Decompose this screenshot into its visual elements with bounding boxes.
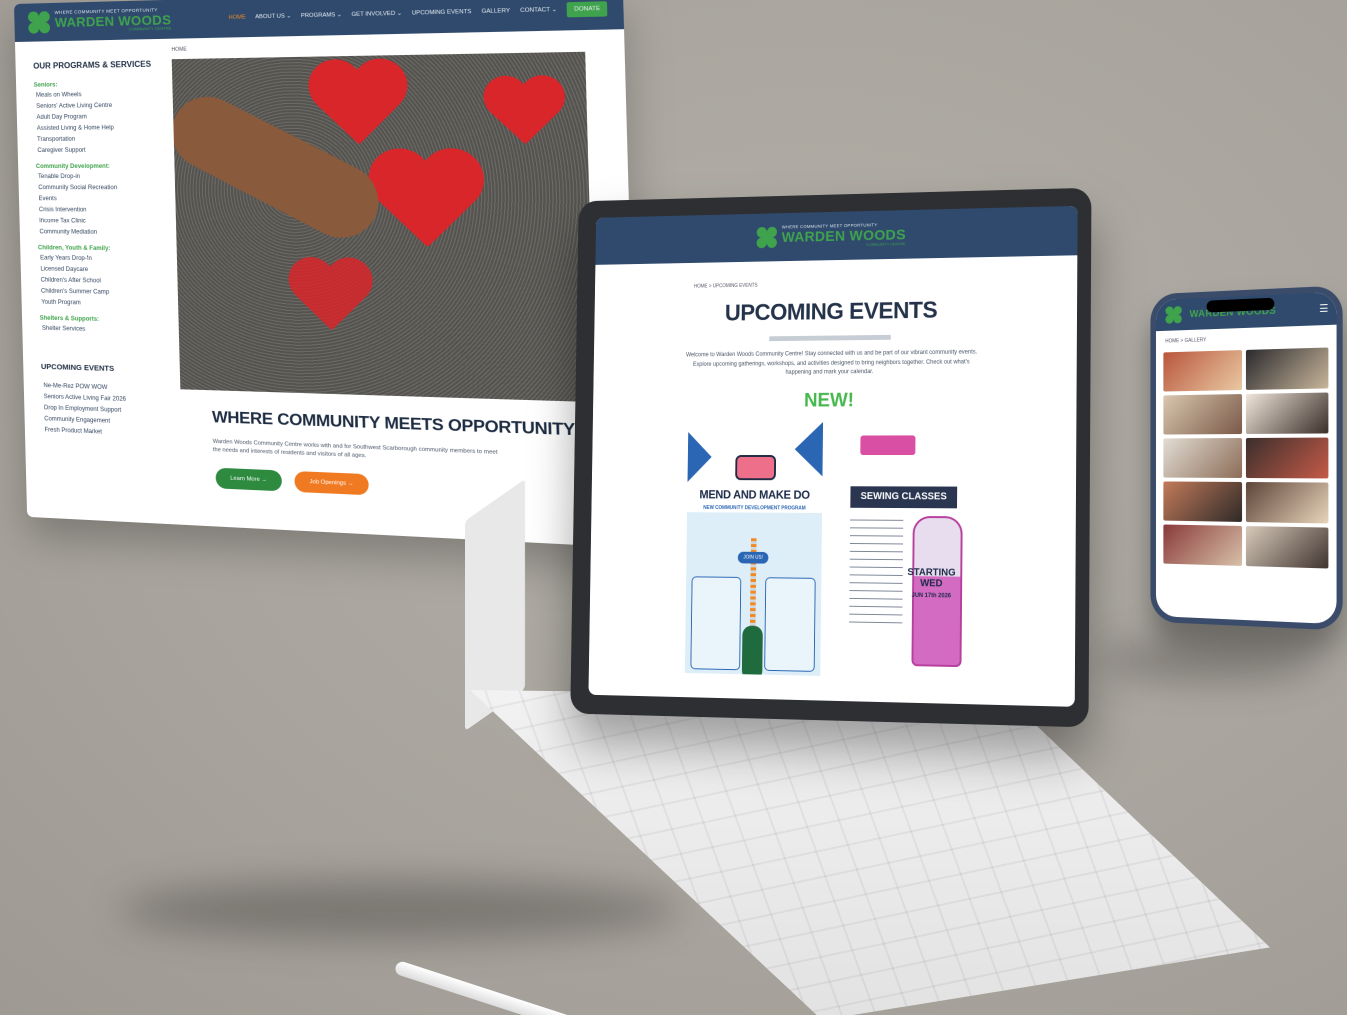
sidebar-link[interactable]: Crisis Intervention (39, 207, 166, 214)
nav-gallery[interactable]: GALLERY (481, 8, 510, 15)
sidebar-link[interactable]: Transportation (37, 136, 164, 143)
intro-text: Welcome to Warden Woods Community Centre… (682, 348, 982, 379)
sidebar-link[interactable]: Assisted Living & Home Help (37, 125, 164, 132)
clover-logo-icon (1165, 306, 1181, 324)
event-posters: MEND AND MAKE DO NEW COMMUNITY DEVELOPME… (589, 421, 1077, 682)
event-link[interactable]: Community Engagement (44, 416, 171, 427)
programs-sidebar: OUR PROGRAMS & SERVICES Seniors: Meals o… (33, 47, 173, 486)
gallery-photo[interactable] (1163, 394, 1242, 435)
gallery-photo[interactable] (1163, 350, 1242, 391)
starting-date: STARTING WED JUN 17th 2026 (901, 567, 963, 600)
heart-painting (363, 151, 490, 261)
gallery-photo[interactable] (1246, 438, 1328, 479)
poster-title: MEND AND MAKE DO (687, 487, 822, 501)
logo-subtitle: COMMUNITY CENTRE (128, 26, 171, 31)
sidebar-link[interactable]: Adult Day Program (36, 114, 163, 121)
breadcrumb[interactable]: HOME > UPCOMING EVENTS (694, 277, 1077, 290)
gallery-grid (1156, 347, 1337, 569)
sidebar-link[interactable]: Income Tax Clinic (39, 218, 166, 225)
event-link[interactable]: Drop In Employment Support (44, 405, 171, 415)
heart-painting (479, 77, 568, 154)
event-link[interactable]: Fresh Product Market (45, 427, 172, 438)
heart-painting (304, 60, 413, 155)
event-link[interactable]: Ne-Me-Rez POW WOW (43, 383, 170, 393)
gallery-photo[interactable] (1246, 393, 1328, 434)
sidebar-link[interactable]: Seniors' Active Living Centre (36, 103, 163, 110)
sidebar-link[interactable]: Shelter Services (42, 326, 169, 335)
gallery-photo[interactable] (1246, 482, 1328, 523)
sidebar-link[interactable]: Children's Summer Camp (41, 289, 168, 297)
heart-painting (284, 259, 376, 341)
nav-get-involved[interactable]: GET INVOLVED ⌄ (351, 11, 402, 19)
gallery-photo[interactable] (1163, 524, 1242, 565)
gallery-photo[interactable] (1246, 347, 1328, 389)
sewing-classes-poster[interactable]: SEWING CLASSES STARTING WED JUN 17th 202… (832, 421, 974, 679)
main-menu: HOME ABOUT US ⌄ PROGRAMS ⌄ GET INVOLVED … (228, 1, 607, 25)
poster-logo (860, 435, 915, 455)
breadcrumb[interactable]: HOME (171, 38, 612, 53)
drop-shadow (1100, 640, 1320, 680)
hero-heading: WHERE COMMUNITY MEETS OPPORTUNITY (212, 409, 624, 443)
hero-text: Warden Woods Community Centre works with… (213, 438, 506, 467)
clover-logo-icon (757, 227, 778, 249)
sidebar-link[interactable]: Events (39, 196, 166, 202)
mockup-scene: WHERE COMMUNITY MEET OPPORTUNITY WARDEN … (0, 0, 1347, 1015)
page-title: UPCOMING EVENTS (594, 295, 1077, 329)
phone-device: WARDEN WOODS ☰ HOME > GALLERY (1150, 285, 1342, 630)
sidebar-link[interactable]: Community Mediation (39, 229, 166, 236)
category-seniors[interactable]: Seniors: (34, 81, 163, 89)
sidebar-link[interactable]: Children's After School (41, 278, 168, 286)
category-children-youth-family[interactable]: Children, Youth & Family: (38, 246, 167, 253)
donate-button[interactable]: DONATE (567, 1, 607, 17)
event-link[interactable]: Seniors Active Living Fair 2026 (44, 394, 171, 404)
sidebar-link[interactable]: Youth Program (41, 300, 168, 308)
poster-title: SEWING CLASSES (850, 486, 957, 508)
logo-subtitle: COMMUNITY CENTRE (866, 242, 906, 247)
sidebar-link[interactable]: Caregiver Support (37, 148, 164, 155)
gallery-photo[interactable] (1246, 526, 1328, 568)
category-community-development[interactable]: Community Development: (36, 164, 165, 170)
keyboard (470, 690, 1270, 1015)
drop-shadow (120, 880, 680, 940)
join-us-button: JOIN US! (738, 551, 769, 563)
info-box (764, 577, 816, 672)
sidebar-link[interactable]: Early Years Drop-In (40, 256, 167, 264)
nav-programs[interactable]: PROGRAMS ⌄ (301, 12, 342, 19)
category-shelters[interactable]: Shelters & Supports: (40, 316, 169, 325)
gallery-photo[interactable] (1163, 438, 1242, 478)
gallery-photo[interactable] (1163, 481, 1242, 522)
tablet-device: WHERE COMMUNITY MEET OPPORTUNITY WARDEN … (570, 188, 1091, 728)
stylus-pencil (394, 960, 617, 1015)
nav-about[interactable]: ABOUT US ⌄ (255, 13, 291, 20)
nav-upcoming-events[interactable]: UPCOMING EVENTS (412, 9, 472, 17)
clover-logo-icon (28, 11, 50, 34)
info-box (690, 576, 741, 670)
poster-subtitle: NEW COMMUNITY DEVELOPMENT PROGRAM (687, 505, 822, 512)
site-logo[interactable]: WHERE COMMUNITY MEET OPPORTUNITY WARDEN … (757, 223, 906, 249)
sidebar-link[interactable]: Community Social Recreation (38, 185, 165, 191)
events-sidebar-title: UPCOMING EVENTS (41, 362, 170, 375)
phone-screen: WARDEN WOODS ☰ HOME > GALLERY (1156, 292, 1337, 624)
scissors-icon (735, 455, 776, 480)
sidebar-link[interactable]: Meals on Wheels (36, 91, 163, 99)
desktop-screen: WHERE COMMUNITY MEET OPPORTUNITY WARDEN … (14, 0, 639, 548)
poster-details (849, 519, 903, 628)
site-logo[interactable]: WHERE COMMUNITY MEET OPPORTUNITY WARDEN … (28, 8, 172, 34)
hand-graphic (742, 625, 763, 675)
title-divider (769, 335, 891, 341)
tablet-navbar: WHERE COMMUNITY MEET OPPORTUNITY WARDEN … (595, 206, 1077, 265)
new-label: NEW! (593, 388, 1077, 413)
sidebar-title: OUR PROGRAMS & SERVICES (33, 59, 162, 71)
tablet-screen: WHERE COMMUNITY MEET OPPORTUNITY WARDEN … (588, 206, 1077, 707)
nav-home[interactable]: HOME (228, 14, 245, 21)
sidebar-link[interactable]: Licensed Daycare (40, 267, 167, 275)
nav-contact[interactable]: CONTACT ⌄ (520, 7, 557, 14)
sidebar-link[interactable]: Tenable Drop-in (38, 174, 165, 180)
mend-and-make-do-poster[interactable]: MEND AND MAKE DO NEW COMMUNITY DEVELOPME… (685, 422, 823, 676)
learn-more-button[interactable]: Learn More → (215, 467, 282, 491)
hamburger-icon[interactable]: ☰ (1319, 303, 1328, 315)
job-openings-button[interactable]: Job Openings → (294, 471, 369, 495)
hero-image (172, 52, 595, 402)
